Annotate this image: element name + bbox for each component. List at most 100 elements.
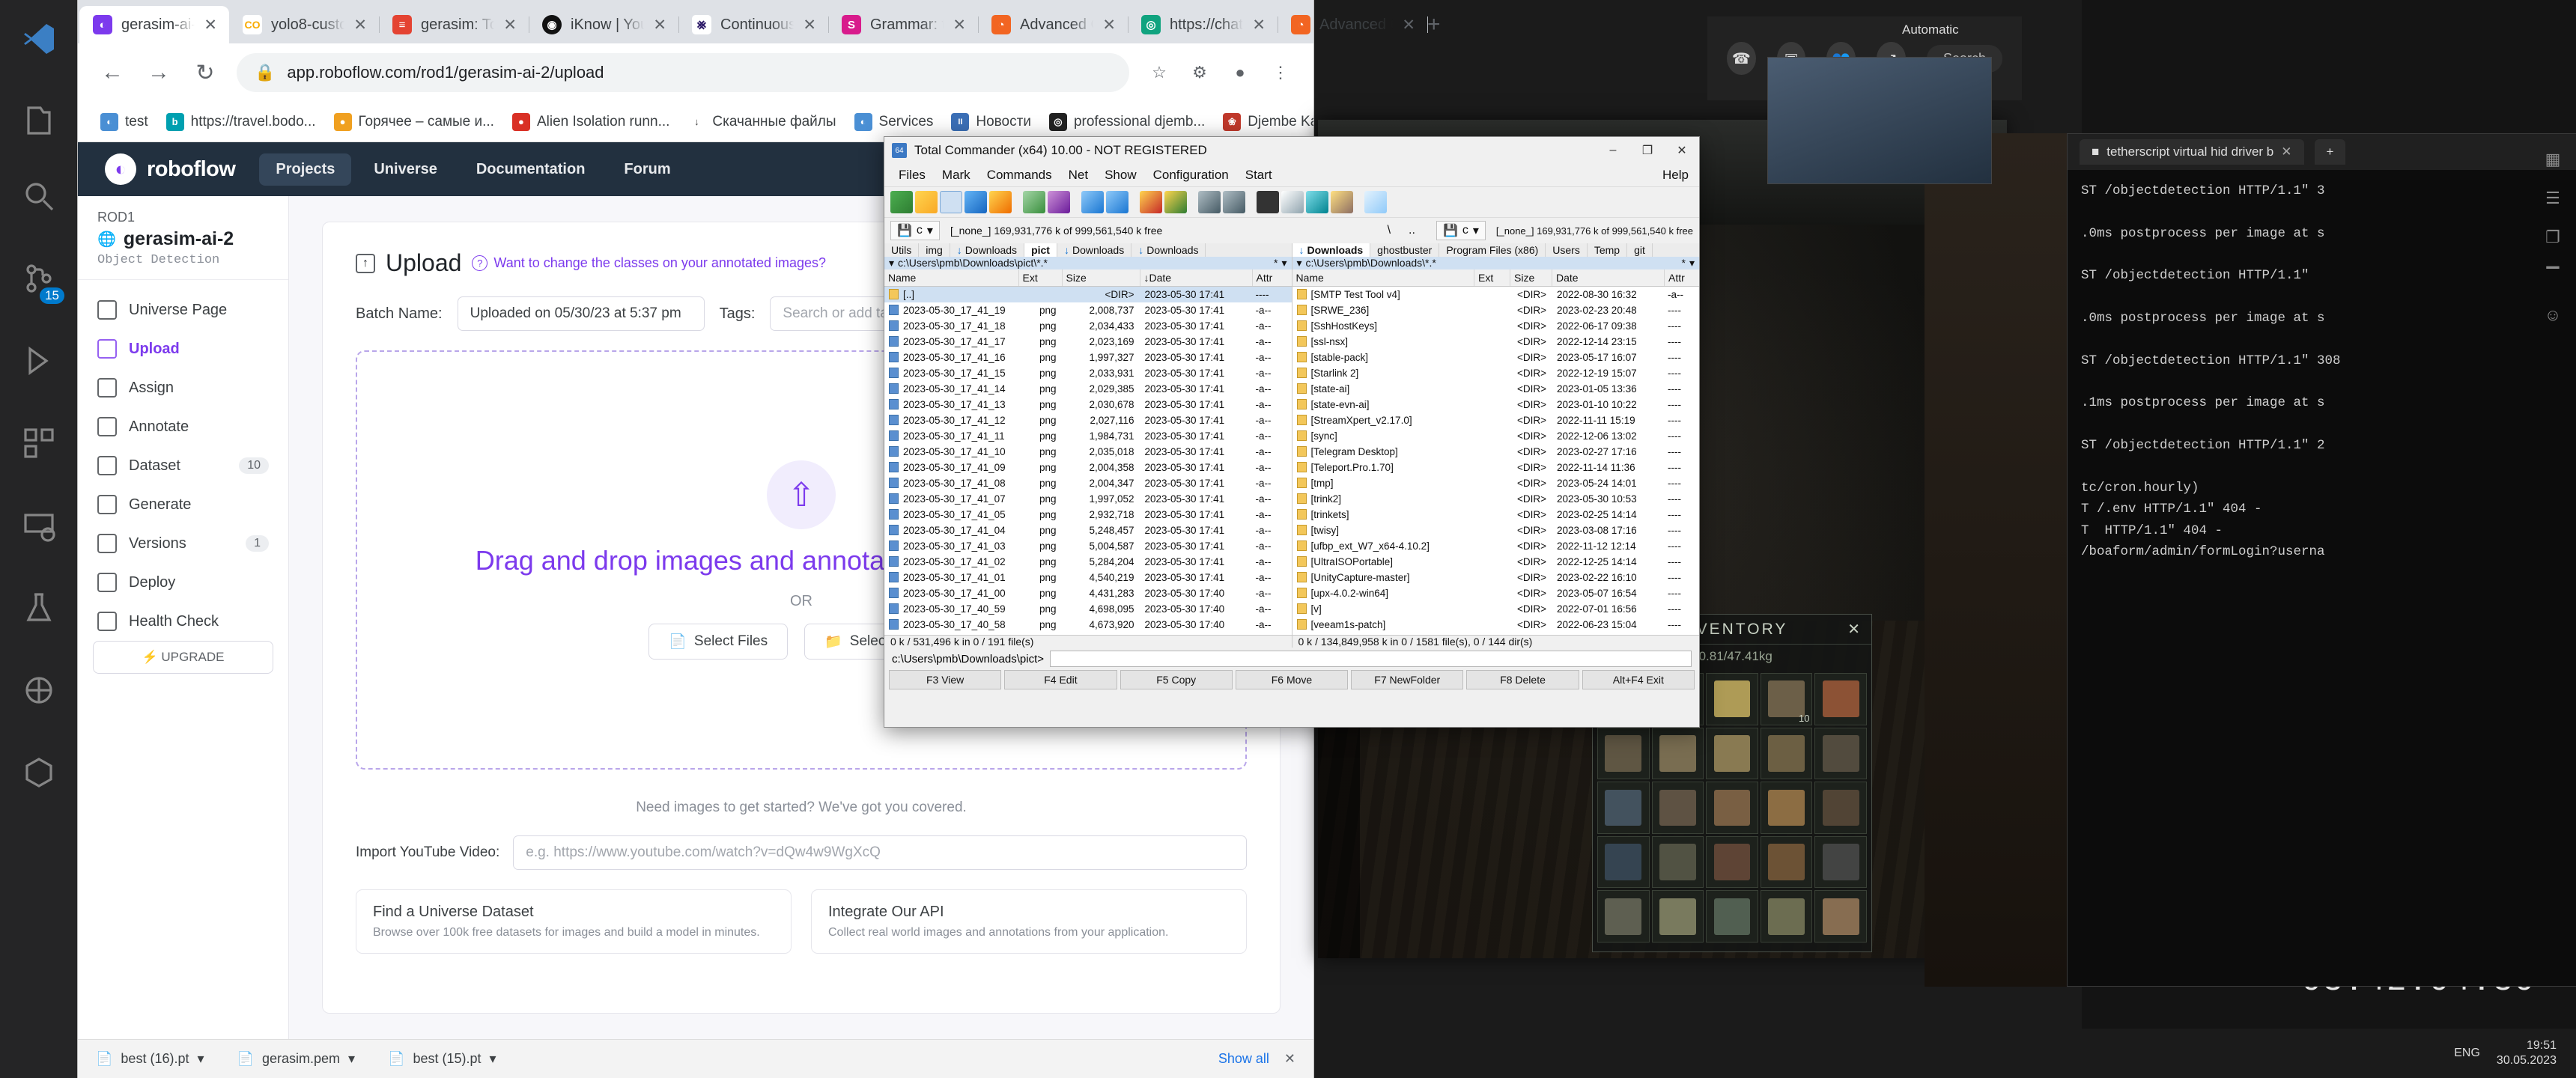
column-date[interactable]: Date xyxy=(1552,269,1665,286)
inventory-slot-6[interactable] xyxy=(1651,727,1704,780)
project-sidebar[interactable]: ROD1 🌐 gerasim-ai-2 Object Detection Uni… xyxy=(78,196,289,1039)
project-name[interactable]: 🌐 gerasim-ai-2 xyxy=(78,228,288,250)
bookmark-5[interactable]: ◐ Services xyxy=(847,109,941,135)
tab-close-icon[interactable]: ✕ xyxy=(653,16,666,34)
download-shelf[interactable]: 📄 best (16).pt ▾ 📄 gerasim.pem ▾ 📄 best (15).… xyxy=(78,1039,1313,1078)
search-icon[interactable] xyxy=(0,157,78,235)
table-row[interactable]: 2023-05-30_17_41_18 png 2,034,433 2023-05-3… xyxy=(884,318,1292,334)
browser-tab-6[interactable]: ◔ Advanced C1.1: Sp ✕ xyxy=(978,6,1128,43)
unpack-icon[interactable] xyxy=(1164,191,1187,213)
tab-close-icon[interactable]: ✕ xyxy=(353,16,367,34)
tray-clock[interactable]: 19:51 30.05.2023 xyxy=(2497,1038,2557,1068)
sidebar-item-universe-page[interactable]: Universe Page xyxy=(78,290,288,329)
multirename-icon[interactable] xyxy=(1281,191,1304,213)
table-row[interactable]: 2023-05-30_17_41_11 png 1,984,731 2023-05-3… xyxy=(884,428,1292,444)
menu-show[interactable]: Show xyxy=(1096,165,1145,185)
inventory-slot-18[interactable] xyxy=(1760,835,1813,889)
table-row[interactable]: 2023-05-30_17_41_01 png 4,540,219 2023-05-3… xyxy=(884,570,1292,585)
upgrade-button[interactable]: ⚡ UPGRADE xyxy=(93,641,273,674)
bookmark-6[interactable]: II Новости xyxy=(944,109,1039,135)
tc-tab-2[interactable]: ↓ Downloads xyxy=(950,243,1025,257)
fkey-button-4[interactable]: F7 NewFolder xyxy=(1351,670,1464,689)
tc-left-filelist[interactable]: [..] <DIR> 2023-05-30 17:41 ---- 2023-05-30_… xyxy=(884,286,1292,635)
inventory-slot-7[interactable] xyxy=(1706,727,1758,780)
browser-tab-8[interactable]: ◔ Advanced C1.1: Sp ✕ xyxy=(1278,6,1428,43)
table-row[interactable]: 2023-05-30_17_41_19 png 2,008,737 2023-05-3… xyxy=(884,302,1292,318)
close-button[interactable]: ✕ xyxy=(1665,137,1699,164)
inventory-slot-24[interactable] xyxy=(1814,890,1868,943)
terminal-new-tab-button[interactable]: + xyxy=(2314,139,2346,165)
details-view-icon[interactable] xyxy=(940,191,962,213)
sidebar-item-upload[interactable]: Upload xyxy=(78,329,288,368)
bookmark-3[interactable]: ● Alien Isolation runn... xyxy=(505,109,677,135)
system-tray[interactable]: ENG 19:51 30.05.2023 xyxy=(2082,1029,2576,1078)
menu-mark[interactable]: Mark xyxy=(934,165,979,185)
inventory-slot-10[interactable] xyxy=(1597,782,1650,834)
download-item-2[interactable]: 📄 best (15).pt ▾ xyxy=(388,1051,496,1067)
copy-icon[interactable]: ❐ xyxy=(2545,228,2560,247)
bookmark-1[interactable]: b https://travel.bodo... xyxy=(159,109,323,135)
tc-tab-3[interactable]: Users xyxy=(1546,243,1588,257)
table-row[interactable]: [StreamXpert_v2.17.0] <DIR> 2022-11-11 15:… xyxy=(1292,412,1700,428)
sidebar-item-annotate[interactable]: Annotate xyxy=(78,407,288,446)
tc-right-path[interactable]: ▾ c:\Users\pmb\Downloads\*.* * ▾ xyxy=(1292,256,1699,270)
filter-icon[interactable]: * xyxy=(1274,257,1278,269)
forward-icon[interactable]: → xyxy=(144,58,174,88)
extensions-icon[interactable] xyxy=(0,404,78,482)
browser-tab-strip[interactable]: ◐ gerasim-ai-2 Data ✕ CO yolo8-custon-tr… xyxy=(78,0,1441,43)
table-row[interactable]: 2023-05-30_17_41_08 png 2,004,347 2023-05-3… xyxy=(884,475,1292,491)
video-thumbnail[interactable] xyxy=(1767,57,1992,184)
column-ext[interactable]: Ext xyxy=(1474,269,1510,286)
fkey-button-3[interactable]: F6 Move xyxy=(1235,670,1349,689)
tc-tab-4[interactable]: Temp xyxy=(1588,243,1628,257)
chevron-down-icon[interactable]: ▾ xyxy=(348,1051,355,1067)
tc-left-pane[interactable]: Utils img ↓ Downloads pict ↓ Downloads ↓ Downloa… xyxy=(884,243,1292,648)
phone-icon[interactable]: ☎ xyxy=(1727,42,1756,75)
table-row[interactable]: [tmp] <DIR> 2023-05-24 14:01 ---- xyxy=(1292,475,1700,491)
tc-right-pane[interactable]: ↓ Downloads ghostbuster Program Files (x86)… xyxy=(1291,243,1700,648)
nav-universe[interactable]: Universe xyxy=(357,153,454,186)
browser-tab-3[interactable]: ◉ iKnow | You study ✕ xyxy=(529,6,679,43)
new-tab-button[interactable]: + xyxy=(1427,6,1441,43)
table-row[interactable]: 2023-05-30_17_41_05 png 2,932,718 2023-05-3… xyxy=(884,507,1292,523)
sidebar-item-deploy[interactable]: Deploy xyxy=(78,563,288,602)
tile-integrate-api[interactable]: Integrate Our API Collect real world ima… xyxy=(811,889,1247,954)
browser-tab-0[interactable]: ◐ gerasim-ai-2 Data ✕ xyxy=(79,6,229,43)
sidebar-item-assign[interactable]: Assign xyxy=(78,368,288,407)
show-all-downloads-link[interactable]: Show all xyxy=(1218,1051,1269,1067)
vscode-activity-bar[interactable]: 15 xyxy=(0,0,78,1078)
tc-right-columns[interactable]: Name Ext Size Date Attr xyxy=(1292,269,1699,287)
inventory-slot-11[interactable] xyxy=(1651,782,1704,834)
table-row[interactable]: [trinkets] <DIR> 2023-02-25 14:14 ---- xyxy=(1292,507,1700,523)
toolbar-icons[interactable]: ☆ ⚙ ● ⋮ xyxy=(1146,59,1294,86)
table-row[interactable]: 2023-05-30_17_41_03 png 5,004,587 2023-05-3… xyxy=(884,538,1292,554)
table-row[interactable]: 2023-05-30_17_41_04 png 5,248,457 2023-05-3… xyxy=(884,523,1292,538)
table-row[interactable]: 2023-05-30_17_41_02 png 5,284,204 2023-05-3… xyxy=(884,554,1292,570)
tree-view-icon[interactable] xyxy=(989,191,1012,213)
table-row[interactable]: [..] <DIR> 2023-05-30 17:41 ---- xyxy=(884,286,1292,302)
table-row[interactable]: [Starlink 2] <DIR> 2022-12-19 15:07 ---- xyxy=(1292,365,1700,381)
lock-icon[interactable] xyxy=(1331,191,1353,213)
tab-close-icon[interactable]: ✕ xyxy=(503,16,517,34)
table-row[interactable]: 2023-05-30_17_40_58 png 4,673,920 2023-05-3… xyxy=(884,617,1292,633)
inventory-slot-13[interactable] xyxy=(1760,782,1813,834)
list-icon[interactable]: ☰ xyxy=(2545,189,2560,208)
ftp-icon[interactable] xyxy=(1198,191,1221,213)
table-row[interactable]: [SRWE_236] <DIR> 2023-02-23 20:48 ---- xyxy=(1292,302,1700,318)
table-row[interactable]: [trink2] <DIR> 2023-05-30 10:53 ---- xyxy=(1292,491,1700,507)
terminal-window[interactable]: ■ tetherscript virtual hid driver b ✕ + … xyxy=(2067,133,2576,987)
tc-tab-0[interactable]: Utils xyxy=(884,243,920,257)
tc-tab-0[interactable]: ↓ Downloads xyxy=(1292,243,1371,257)
inventory-slot-5[interactable] xyxy=(1597,727,1650,780)
inventory-slot-4[interactable] xyxy=(1814,673,1868,725)
column-size[interactable]: Size xyxy=(1063,269,1140,286)
history-dropdown-icon[interactable]: ▾ xyxy=(1689,257,1695,270)
inventory-slot-20[interactable] xyxy=(1597,890,1650,943)
terminal-tab-0[interactable]: ■ tetherscript virtual hid driver b ✕ xyxy=(2080,139,2304,165)
bookmark-2[interactable]: ● Горячее – самые и... xyxy=(326,109,502,135)
browser-tab-1[interactable]: CO yolo8-custon-train ✕ xyxy=(229,6,380,43)
remote-explorer-icon[interactable] xyxy=(0,487,78,564)
table-row[interactable]: 2023-05-30_17_41_12 png 2,027,116 2023-05-3… xyxy=(884,412,1292,428)
table-row[interactable]: [SMTP Test Tool v4] <DIR> 2022-08-30 16:32… xyxy=(1292,287,1700,302)
close-icon[interactable]: ✕ xyxy=(1847,620,1862,639)
